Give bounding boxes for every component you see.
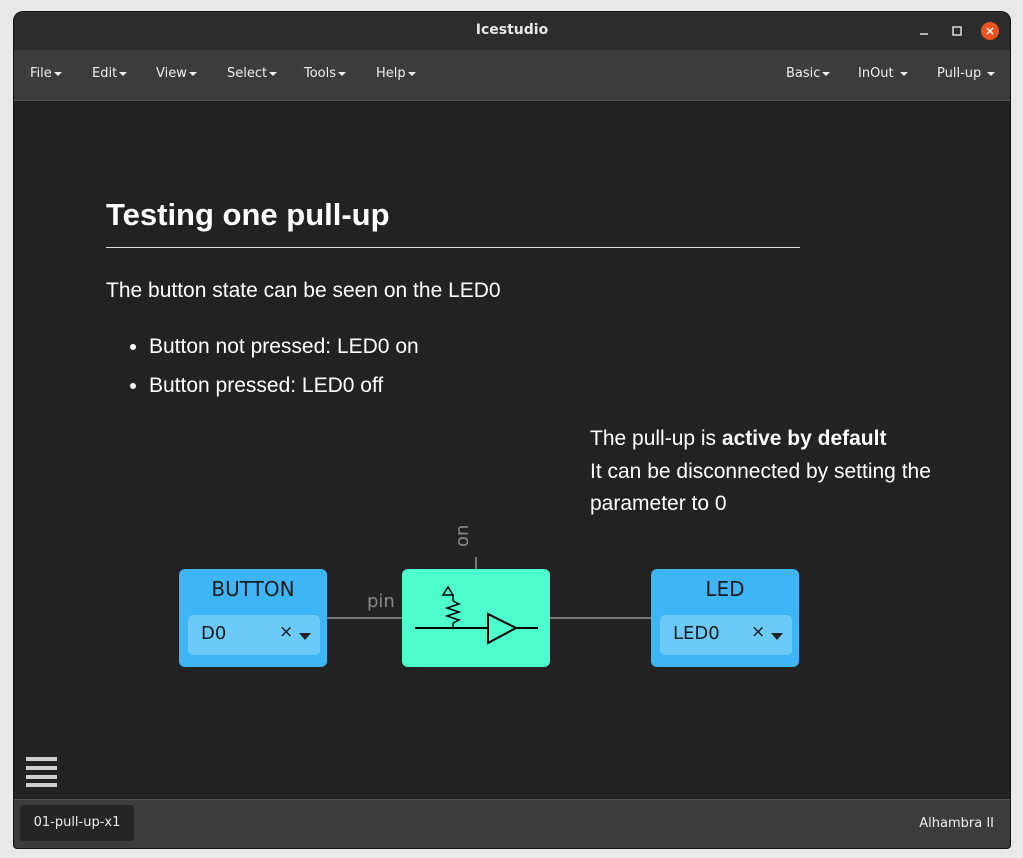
clear-icon[interactable]: ×	[279, 622, 293, 642]
chevron-down-icon[interactable]	[299, 633, 311, 640]
file-tab[interactable]: 01-pull-up-x1	[20, 805, 134, 841]
maximize-icon	[952, 26, 962, 36]
minimize-icon	[920, 33, 928, 35]
menu-bar: File Edit View Select Tools Help Basic I…	[14, 50, 1010, 101]
menu-select[interactable]: Select	[227, 66, 278, 81]
block-title: LED	[705, 577, 745, 601]
description-text: The button state can be seen on the LED0	[106, 279, 501, 302]
title-bar: Icestudio	[14, 12, 1010, 50]
note-line2: It can be disconnected by setting the	[590, 459, 931, 483]
block-title: BUTTON	[211, 577, 295, 601]
page-title: Testing one pull-up	[106, 197, 390, 232]
board-name[interactable]: Alhambra II	[919, 816, 994, 831]
clear-icon[interactable]: ×	[751, 622, 765, 642]
hamburger-menu-icon[interactable]	[26, 757, 57, 787]
window-title: Icestudio	[475, 22, 549, 38]
list-item: Button not pressed: LED0 on	[149, 335, 419, 374]
note-line1-bold: active by default	[721, 427, 887, 450]
dropdown-caret-icon	[53, 71, 62, 76]
pin-select-value: D0	[201, 623, 227, 644]
pull-up-symbol	[415, 585, 538, 645]
menu-view-label: View	[156, 66, 187, 81]
menu-view[interactable]: View	[156, 66, 197, 81]
menu-tools[interactable]: Tools	[304, 66, 347, 81]
menu-basic[interactable]: Basic	[786, 66, 831, 81]
maximize-button[interactable]	[948, 22, 966, 40]
menu-help[interactable]: Help	[376, 66, 416, 81]
menu-help-label: Help	[376, 66, 406, 81]
close-button[interactable]	[981, 22, 999, 40]
menu-edit-label: Edit	[92, 66, 118, 81]
dropdown-caret-icon	[269, 71, 278, 76]
dropdown-caret-icon	[987, 71, 996, 76]
resistor-icon	[441, 585, 462, 628]
heading-divider	[106, 247, 800, 248]
wire-pullup-to-led[interactable]	[550, 617, 651, 619]
chevron-down-icon[interactable]	[771, 633, 783, 640]
dropdown-caret-icon	[822, 71, 831, 76]
minimize-button[interactable]	[915, 22, 933, 40]
menu-file[interactable]: File	[30, 66, 62, 81]
pin-select[interactable]: D0 ×	[188, 615, 320, 655]
dropdown-caret-icon	[188, 71, 197, 76]
status-bar: 01-pull-up-x1 Alhambra II	[14, 799, 1010, 848]
dropdown-caret-icon	[119, 71, 128, 76]
menu-select-label: Select	[227, 66, 268, 81]
menu-inout[interactable]: InOut	[858, 66, 908, 81]
menu-tools-label: Tools	[304, 66, 337, 81]
design-canvas[interactable]: Testing one pull-up The button state can…	[14, 101, 1010, 799]
app-window: Icestudio File Edit View Select Tools He…	[14, 12, 1010, 848]
close-icon	[986, 27, 994, 35]
note-line3: parameter to 0	[590, 492, 727, 515]
button-input-block[interactable]: BUTTON D0 ×	[179, 569, 327, 667]
note-line1-text: The pull-up is	[590, 427, 722, 450]
wire-button-to-pullup[interactable]	[327, 617, 402, 619]
dropdown-caret-icon	[899, 71, 908, 76]
pull-up-note: The pull-up is active by default It can …	[590, 423, 931, 521]
param-wire	[475, 557, 477, 569]
menu-pull-up-label: Pull-up	[937, 66, 982, 81]
pin-label: pin	[367, 591, 395, 612]
menu-inout-label: InOut	[858, 66, 894, 81]
dropdown-caret-icon	[338, 71, 347, 76]
pin-select[interactable]: LED0 ×	[660, 615, 792, 655]
list-item: Button pressed: LED0 off	[149, 374, 419, 413]
menu-basic-label: Basic	[786, 66, 821, 81]
bullet-list: Button not pressed: LED0 on Button press…	[106, 335, 419, 413]
param-label-on: on	[452, 524, 473, 547]
pin-select-value: LED0	[673, 623, 720, 644]
menu-pull-up[interactable]: Pull-up	[937, 66, 996, 81]
dropdown-caret-icon	[407, 71, 416, 76]
menu-file-label: File	[30, 66, 52, 81]
menu-edit[interactable]: Edit	[92, 66, 128, 81]
led-output-block[interactable]: LED LED0 ×	[651, 569, 799, 667]
pull-up-block[interactable]	[402, 569, 550, 667]
